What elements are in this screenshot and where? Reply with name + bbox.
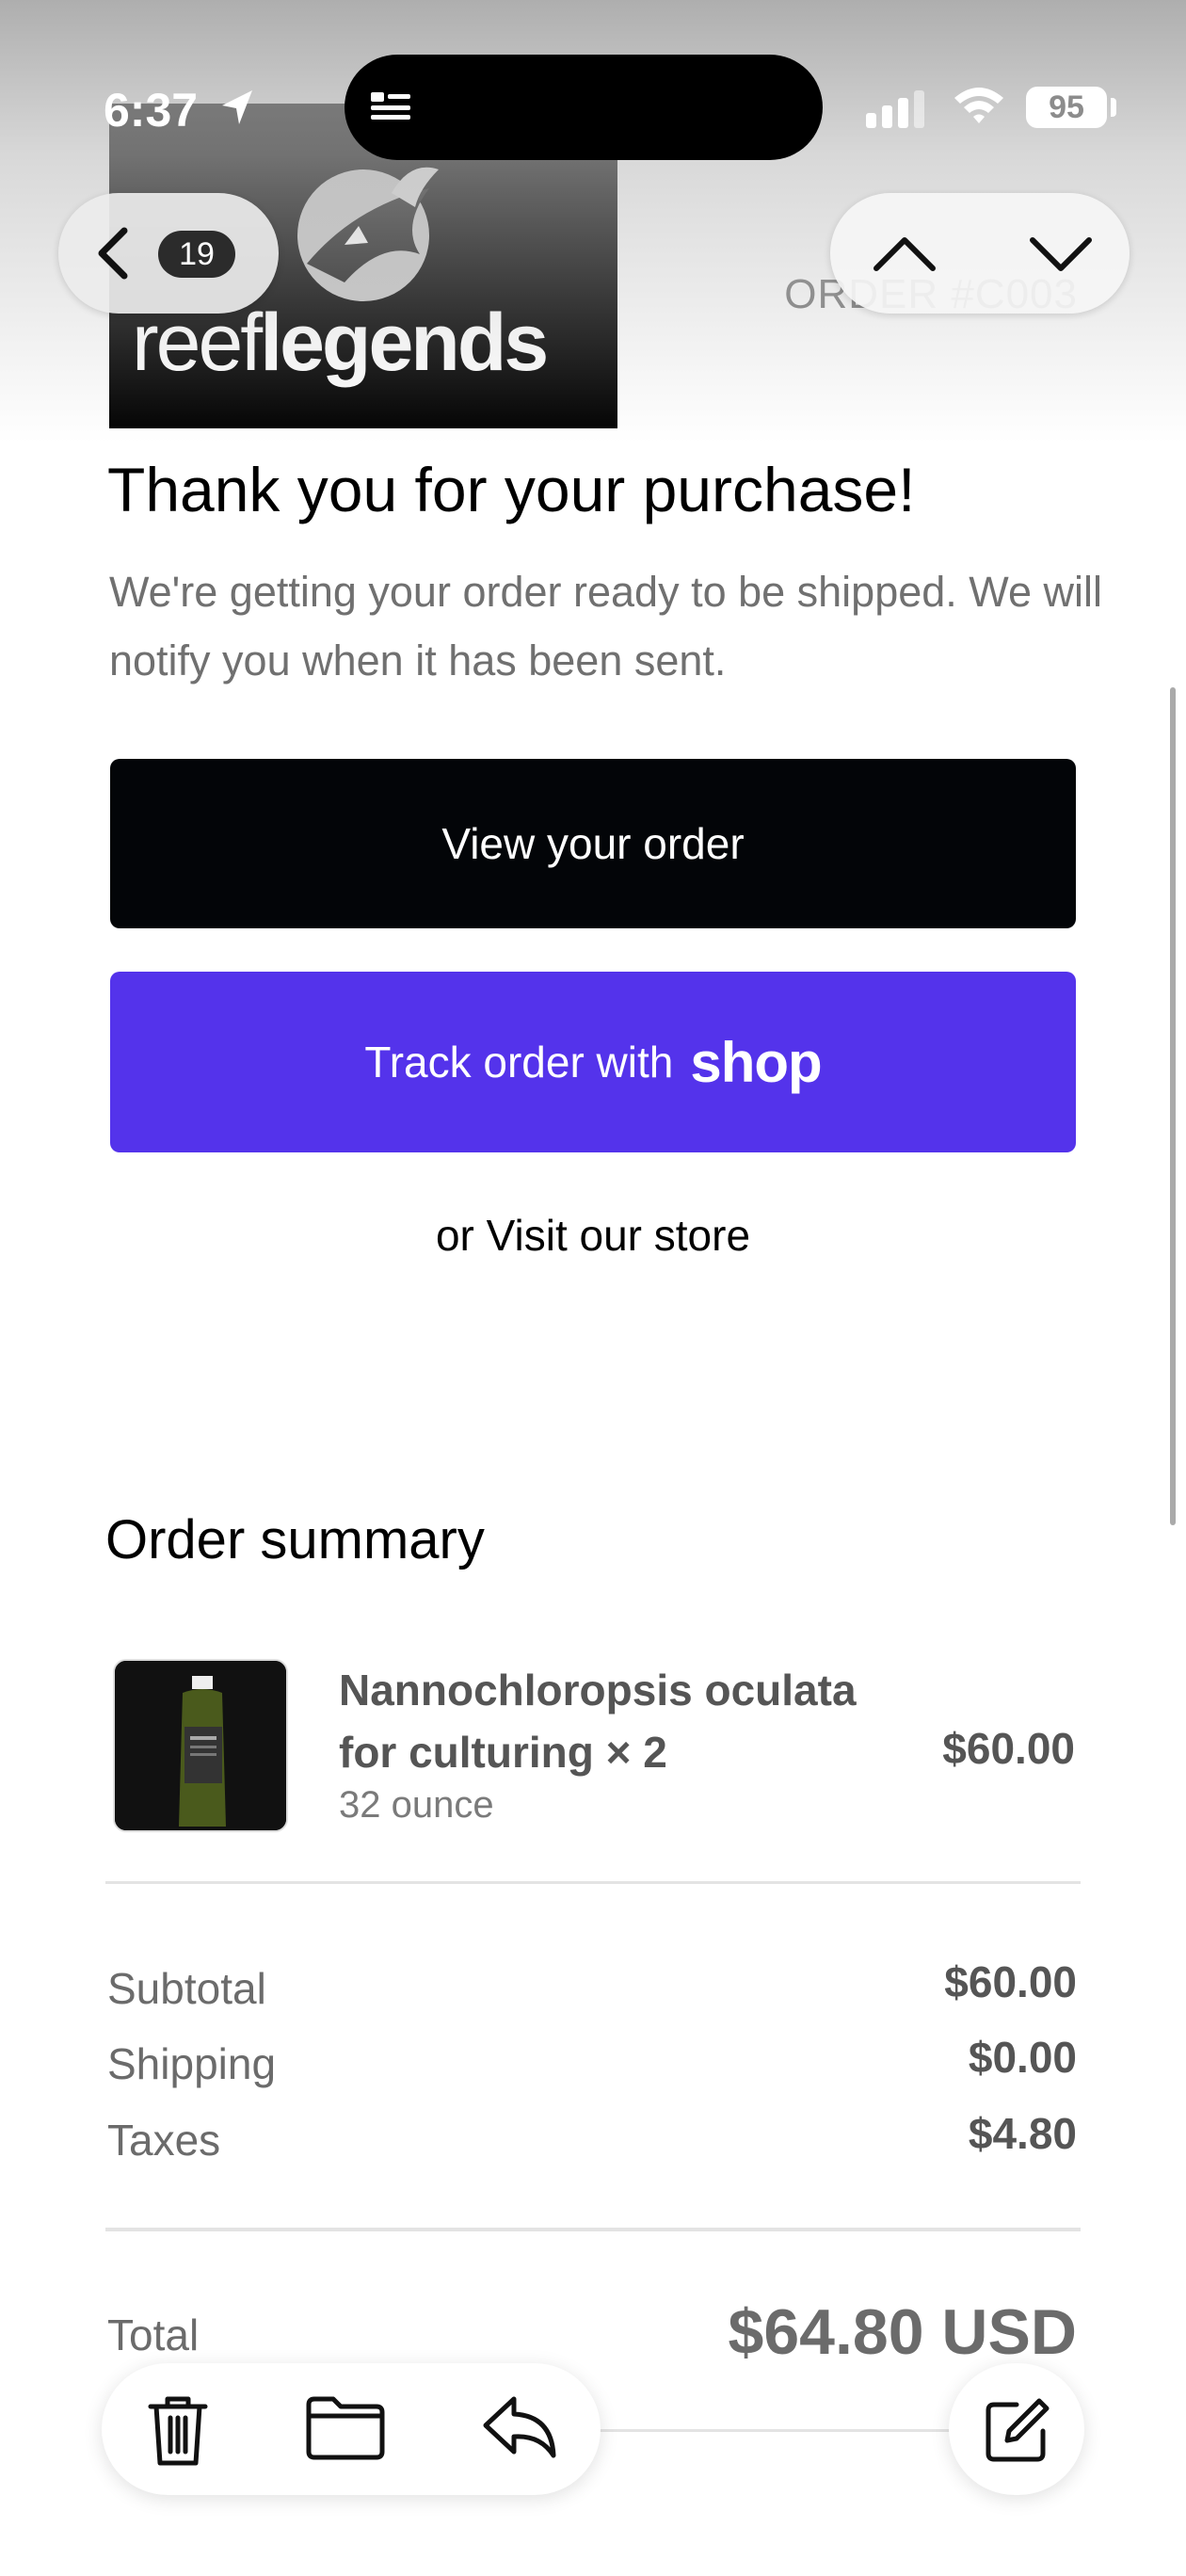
taxes-label: Taxes xyxy=(107,2116,221,2165)
folder-icon[interactable] xyxy=(305,2393,386,2461)
product-thumbnail xyxy=(113,1659,288,1832)
divider xyxy=(105,1881,1081,1884)
scrollbar[interactable] xyxy=(1170,687,1176,1525)
taxes-value: $4.80 xyxy=(968,2109,1077,2158)
mail-toolbar xyxy=(102,2363,601,2495)
order-summary-title: Order summary xyxy=(105,1509,485,1570)
product-price: $60.00 xyxy=(942,1724,1075,1773)
reply-icon[interactable] xyxy=(482,2393,557,2461)
battery-icon: 95 xyxy=(1026,87,1107,128)
shipping-label: Shipping xyxy=(107,2039,277,2088)
view-order-button[interactable]: View your order xyxy=(110,759,1076,928)
unread-count-badge: 19 xyxy=(158,231,235,278)
chevron-left-icon xyxy=(98,227,128,280)
compose-button[interactable] xyxy=(949,2363,1084,2495)
status-time: 6:37 xyxy=(104,84,199,137)
live-activity-icon xyxy=(371,92,410,120)
dynamic-island xyxy=(345,55,823,160)
track-order-shop-button[interactable]: Track order with shop xyxy=(110,972,1076,1152)
confirmation-headline: Thank you for your purchase! xyxy=(107,455,916,524)
location-arrow-icon xyxy=(222,90,252,124)
subtotal-label: Subtotal xyxy=(107,1964,266,2013)
visit-store-link[interactable]: or Visit our store xyxy=(0,1210,1186,1261)
shop-logo: shop xyxy=(690,1030,822,1094)
track-order-label: Track order with xyxy=(364,1038,674,1087)
shark-logo-icon xyxy=(297,167,439,301)
back-button[interactable]: 19 xyxy=(58,193,279,314)
product-name: Nannochloropsis oculata for culturing × … xyxy=(339,1666,857,1777)
divider xyxy=(105,2228,1081,2231)
total-value: $64.80 USD xyxy=(728,2296,1077,2368)
total-label: Total xyxy=(107,2310,200,2359)
message-navigation xyxy=(830,193,1130,314)
product-variant: 32 ounce xyxy=(339,1784,494,1826)
chevron-up-icon[interactable] xyxy=(872,227,938,280)
chevron-down-icon[interactable] xyxy=(1028,227,1094,280)
subtotal-value: $60.00 xyxy=(944,1957,1077,2006)
signal-icon xyxy=(866,90,924,128)
wifi-icon xyxy=(954,88,1003,123)
confirmation-message: We're getting your order ready to be shi… xyxy=(109,568,1102,684)
shipping-value: $0.00 xyxy=(968,2033,1077,2082)
trash-icon[interactable] xyxy=(145,2393,211,2467)
compose-icon xyxy=(986,2398,1050,2462)
